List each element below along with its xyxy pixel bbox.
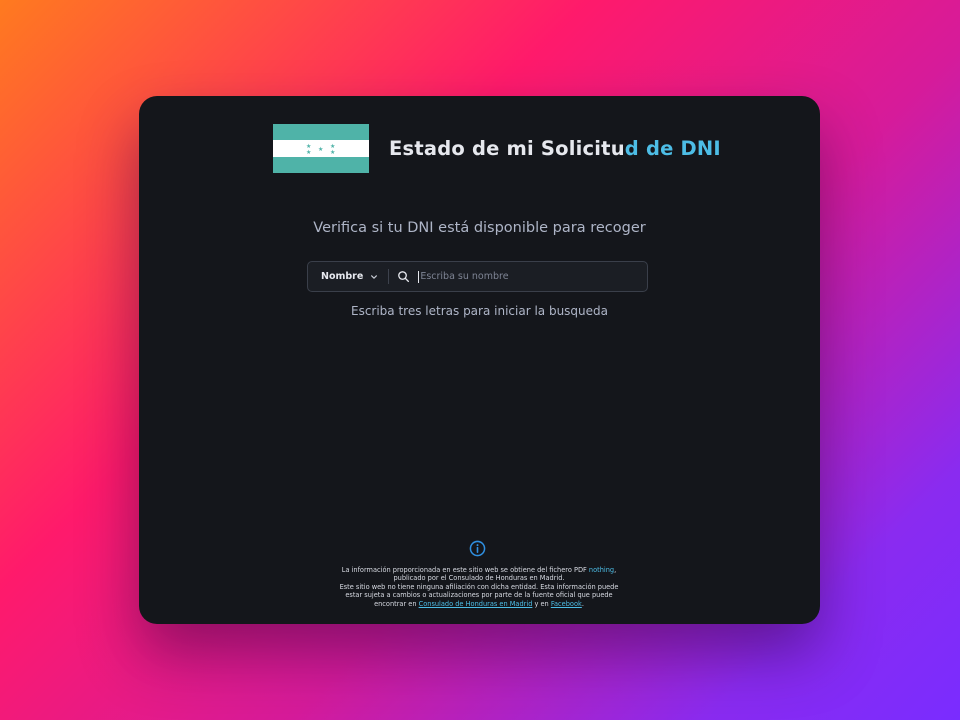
page-title: Estado de mi Solicitud de DNI (389, 137, 721, 160)
search-icon (398, 271, 410, 283)
chevron-down-icon (371, 274, 378, 279)
search-input[interactable] (418, 270, 637, 283)
page-subtitle: Verifica si tu DNI está disponible para … (313, 220, 646, 236)
svg-text:★: ★ (306, 149, 311, 156)
search-divider (388, 269, 390, 284)
facebook-link[interactable]: Facebook (551, 600, 582, 608)
info-icon (469, 540, 486, 557)
search-field-select[interactable]: Nombre (308, 262, 378, 291)
footer-disclaimer: La información proporcionada en este sit… (339, 566, 619, 608)
pdf-link[interactable]: nothing (589, 566, 614, 574)
svg-text:★: ★ (330, 149, 335, 156)
page-header: ★ ★ ★ ★ ★ Estado de mi Solicitud de DNI (273, 124, 721, 173)
honduras-flag-icon: ★ ★ ★ ★ ★ (273, 124, 369, 173)
app-window: ★ ★ ★ ★ ★ Estado de mi Solicitud de DNI … (139, 96, 820, 624)
search-bar: Nombre (307, 261, 648, 292)
search-field-select-label: Nombre (321, 271, 364, 282)
consulado-link[interactable]: Consulado de Honduras en Madrid (419, 600, 533, 608)
flag-stars-icon: ★ ★ ★ ★ ★ (306, 143, 335, 156)
search-hint: Escriba tres letras para iniciar la busq… (350, 304, 608, 318)
svg-text:★: ★ (318, 146, 323, 153)
